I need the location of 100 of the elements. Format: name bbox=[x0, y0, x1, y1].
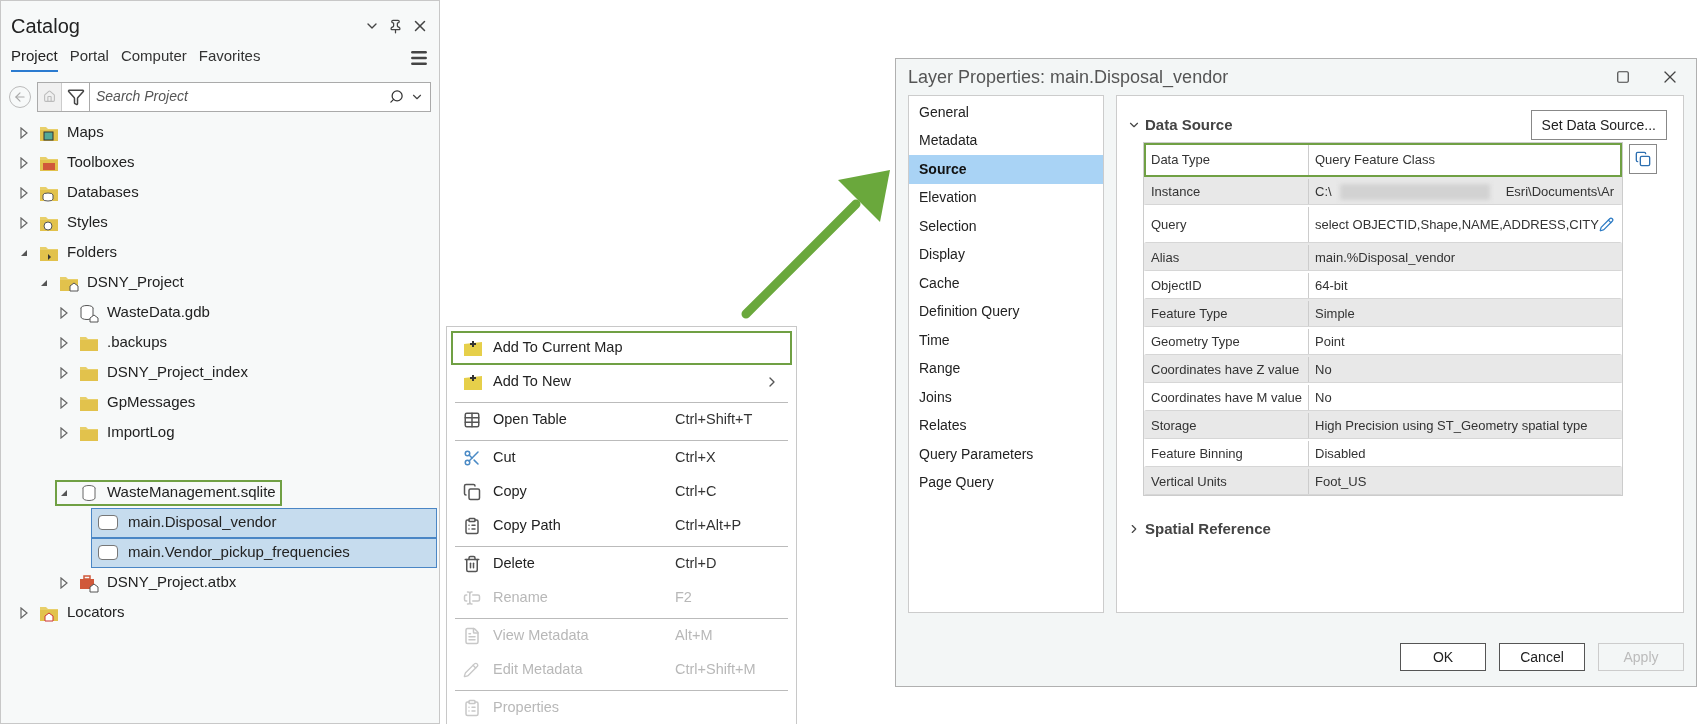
nav-item[interactable]: Page Query bbox=[909, 468, 1103, 497]
nav-item[interactable]: General bbox=[909, 98, 1103, 127]
toolbox-icon bbox=[79, 572, 99, 593]
nav-item[interactable]: Joins bbox=[909, 383, 1103, 412]
search-input[interactable]: Search Project bbox=[90, 86, 383, 107]
collapsed-triangle-icon[interactable] bbox=[59, 306, 69, 319]
document-icon bbox=[463, 627, 481, 645]
section-header[interactable]: Spatial Reference bbox=[1127, 518, 1271, 541]
maximize-icon[interactable] bbox=[1616, 70, 1630, 84]
dialog-button[interactable]: Cancel bbox=[1499, 643, 1585, 671]
search-icon[interactable] bbox=[389, 89, 404, 104]
tree-item[interactable]: WasteManagement.sqlite bbox=[55, 479, 282, 506]
menu-item[interactable]: Open Table Ctrl+Shift+T bbox=[451, 399, 792, 437]
property-value: main.%Disposal_vendor bbox=[1315, 248, 1456, 267]
search-field[interactable]: Search Project bbox=[37, 81, 431, 112]
menu-item[interactable]: Add To Current Map bbox=[451, 331, 792, 365]
menu-item[interactable]: Cut Ctrl+X bbox=[451, 437, 792, 475]
checkbox[interactable] bbox=[98, 545, 118, 560]
property-value: No bbox=[1315, 388, 1332, 407]
collapsed-triangle-icon[interactable] bbox=[19, 156, 29, 169]
collapsed-triangle-icon[interactable] bbox=[19, 126, 29, 139]
collapsed-triangle-icon[interactable] bbox=[59, 366, 69, 379]
tree-item[interactable]: DSNY_Project bbox=[35, 269, 190, 296]
collapsed-triangle-icon[interactable] bbox=[59, 396, 69, 409]
property-value: High Precision using ST_Geometry spatial type bbox=[1315, 416, 1588, 435]
property-value: Esri\Documents\Ar bbox=[1505, 182, 1614, 201]
collapsed-triangle-icon[interactable] bbox=[59, 336, 69, 349]
collapsed-triangle-icon[interactable] bbox=[19, 216, 29, 229]
tree-item[interactable]: Locators bbox=[15, 599, 131, 626]
property-label: Coordinates have Z value bbox=[1146, 357, 1309, 382]
property-label: Alias bbox=[1146, 245, 1309, 270]
property-label: Storage bbox=[1146, 413, 1309, 438]
tree-item[interactable]: WasteData.gdb bbox=[55, 299, 216, 326]
copy-button[interactable] bbox=[1629, 144, 1657, 174]
nav-item[interactable]: Relates bbox=[909, 411, 1103, 440]
property-label: Geometry Type bbox=[1146, 329, 1309, 354]
properties-icon bbox=[463, 699, 481, 717]
tree-item[interactable]: Databases bbox=[15, 179, 145, 206]
tree-item[interactable]: Folders bbox=[15, 239, 124, 266]
tree-item[interactable]: GpMessages bbox=[55, 389, 202, 416]
menu-item[interactable]: Add To New bbox=[451, 365, 792, 399]
copy-icon bbox=[463, 483, 481, 501]
property-value: C:\ bbox=[1315, 182, 1332, 201]
layer-item[interactable]: main.Vendor_pickup_frequencies bbox=[91, 537, 437, 568]
layer-item[interactable]: main.Disposal_vendor bbox=[91, 507, 437, 538]
nav-item[interactable]: Definition Query bbox=[909, 297, 1103, 326]
collapsed-triangle-icon[interactable] bbox=[59, 426, 69, 439]
nav-item[interactable]: Query Parameters bbox=[909, 440, 1103, 469]
property-label: Feature Binning bbox=[1146, 441, 1309, 466]
nav-item[interactable]: Selection bbox=[909, 212, 1103, 241]
scissors-icon bbox=[463, 449, 481, 467]
tab[interactable]: Project bbox=[11, 45, 58, 72]
collapsed-triangle-icon[interactable] bbox=[19, 186, 29, 199]
nav-item[interactable]: Metadata bbox=[909, 126, 1103, 155]
tree-item[interactable]: DSNY_Project.atbx bbox=[55, 569, 243, 596]
collapsed-triangle-icon[interactable] bbox=[19, 606, 29, 619]
tab[interactable]: Favorites bbox=[198, 45, 261, 72]
copy-icon bbox=[1635, 151, 1651, 167]
property-label: ObjectID bbox=[1146, 273, 1309, 298]
nav-item[interactable]: Range bbox=[909, 354, 1103, 383]
tree-item[interactable]: .backups bbox=[55, 329, 174, 356]
nav-item[interactable]: Elevation bbox=[909, 183, 1103, 212]
tree-item[interactable]: Toolboxes bbox=[15, 149, 141, 176]
tab[interactable]: Computer bbox=[120, 45, 187, 72]
nav-item[interactable]: Cache bbox=[909, 269, 1103, 298]
property-value: No bbox=[1315, 360, 1332, 379]
nav-item[interactable]: Source bbox=[909, 155, 1103, 184]
database-icon bbox=[79, 482, 99, 503]
menu-item[interactable]: Delete Ctrl+D bbox=[451, 543, 792, 581]
checkbox[interactable] bbox=[98, 515, 118, 530]
tree-item[interactable]: Maps bbox=[15, 119, 110, 146]
pane-title: Catalog bbox=[11, 14, 80, 39]
property-value: Point bbox=[1315, 332, 1345, 351]
dialog-button[interactable]: OK bbox=[1400, 643, 1486, 671]
menu-item[interactable]: Copy Path Ctrl+Alt+P bbox=[451, 509, 792, 543]
tab[interactable]: Portal bbox=[69, 45, 109, 72]
property-label: Coordinates have M value bbox=[1146, 385, 1309, 410]
pencil-icon[interactable] bbox=[1599, 217, 1614, 232]
add-map-icon bbox=[463, 372, 483, 392]
tree-item[interactable]: ImportLog bbox=[55, 419, 181, 446]
rename-icon bbox=[463, 589, 481, 607]
add-map-icon bbox=[463, 338, 483, 358]
property-label: Data Type bbox=[1146, 145, 1309, 175]
menu-item[interactable]: Copy Ctrl+C bbox=[451, 475, 792, 509]
property-label: Query bbox=[1146, 207, 1309, 242]
set-data-source-button[interactable]: Set Data Source... bbox=[1530, 110, 1667, 140]
pin-icon[interactable] bbox=[388, 18, 403, 34]
table-icon bbox=[463, 411, 481, 429]
property-value: 64-bit bbox=[1315, 276, 1348, 295]
property-value: Query Feature Class bbox=[1315, 151, 1435, 170]
property-label: Vertical Units bbox=[1146, 469, 1309, 494]
section-header[interactable]: Data Source bbox=[1127, 113, 1233, 137]
nav-item[interactable]: Display bbox=[909, 240, 1103, 269]
property-value: Disabled bbox=[1315, 444, 1366, 463]
tree-item[interactable]: Styles bbox=[15, 209, 114, 236]
back-arrow-icon bbox=[13, 89, 27, 104]
nav-item[interactable]: Time bbox=[909, 326, 1103, 355]
tree-item[interactable]: DSNY_Project_index bbox=[55, 359, 254, 386]
filter-icon[interactable] bbox=[66, 87, 85, 106]
collapsed-triangle-icon[interactable] bbox=[59, 576, 69, 589]
